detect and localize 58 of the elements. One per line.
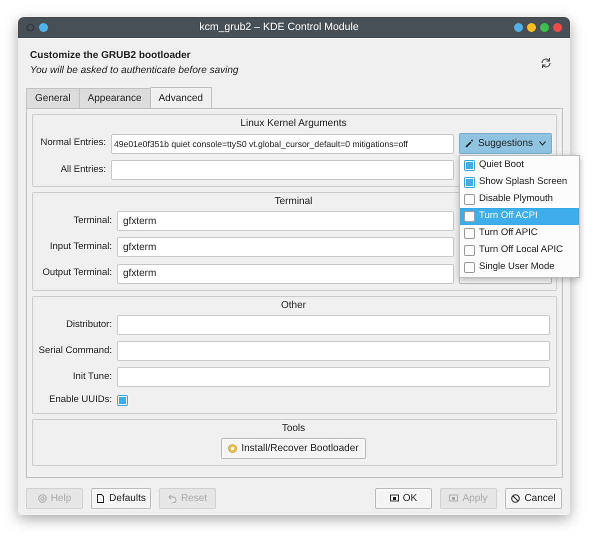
field-label: Output Terminal: [41,266,112,280]
input-field[interactable]: gfxterm [117,211,454,231]
checkbox[interactable] [464,194,475,205]
input-field[interactable] [111,160,454,180]
minimize-button[interactable] [514,23,523,32]
checkbox[interactable] [464,228,475,239]
tab[interactable]: Advanced [150,87,212,108]
close-button[interactable] [553,23,562,32]
checkbox[interactable] [464,177,475,188]
input-field[interactable] [117,341,550,361]
cancel-icon [511,494,520,503]
menu-item[interactable]: Turn Off Local APIC [460,242,580,259]
input-field[interactable]: 49e01e0f351b quiet console=ttyS0 vt.global_cursor_default=0 mitigations=off [111,134,454,154]
menu-item[interactable]: Single User Mode [460,259,580,276]
footer-button[interactable]: OK [375,488,432,509]
suggestions-button[interactable]: Suggestions [459,133,552,154]
footer-button[interactable]: Defaults [91,488,151,509]
group-title: Linux Kernel Arguments [240,117,347,131]
menu-item[interactable]: Quiet Boot [460,157,580,174]
field-label: Serial Command: [38,344,112,358]
input-field[interactable]: gfxterm [117,264,454,284]
header-subtitle: You will be asked to authenticate before saving [30,64,238,78]
input-field[interactable] [117,367,550,387]
maximize-button[interactable] [540,23,549,32]
undo-icon [168,494,177,503]
header-title: Customize the GRUB2 bootloader [30,49,192,63]
wand-icon [465,139,474,148]
menu-item[interactable]: Turn Off APIC [460,225,580,242]
tab[interactable]: General [26,88,80,108]
caret-icon [539,141,546,146]
group-title: Terminal [274,195,312,209]
checkbox[interactable] [464,211,475,222]
field-label: All Entries: [60,162,106,177]
footer-button[interactable]: Cancel [505,488,562,509]
checkbox[interactable] [464,262,475,273]
document-icon [96,494,106,503]
checkbox[interactable] [464,160,475,171]
field-label: Distributor: [65,318,112,332]
group-title: Other [280,299,306,313]
input-field[interactable] [117,315,550,335]
apply-icon [449,494,458,503]
field-label: Enable UUIDs: [48,393,112,407]
field-label: Init Tune: [72,370,112,384]
field-label: Input Terminal: [48,240,112,254]
group-title: Tools [282,422,306,436]
shade-button[interactable] [527,23,536,32]
input-field[interactable]: gfxterm [117,237,454,257]
field-label: Terminal: [72,214,112,228]
field-label: Normal Entries: [40,136,106,150]
checkbox[interactable] [464,245,475,256]
checkbox[interactable] [117,394,128,406]
window-title: kcm_grub2 – KDE Control Module [198,20,360,35]
menu-item[interactable]: Show Splash Screen [460,174,580,191]
pin-button[interactable] [39,23,48,32]
tab[interactable]: Appearance [78,88,151,108]
menu-item[interactable]: Disable Plymouth [460,191,580,208]
install-button[interactable]: Install/Recover Bootloader [221,438,366,460]
ok-icon [390,494,399,503]
